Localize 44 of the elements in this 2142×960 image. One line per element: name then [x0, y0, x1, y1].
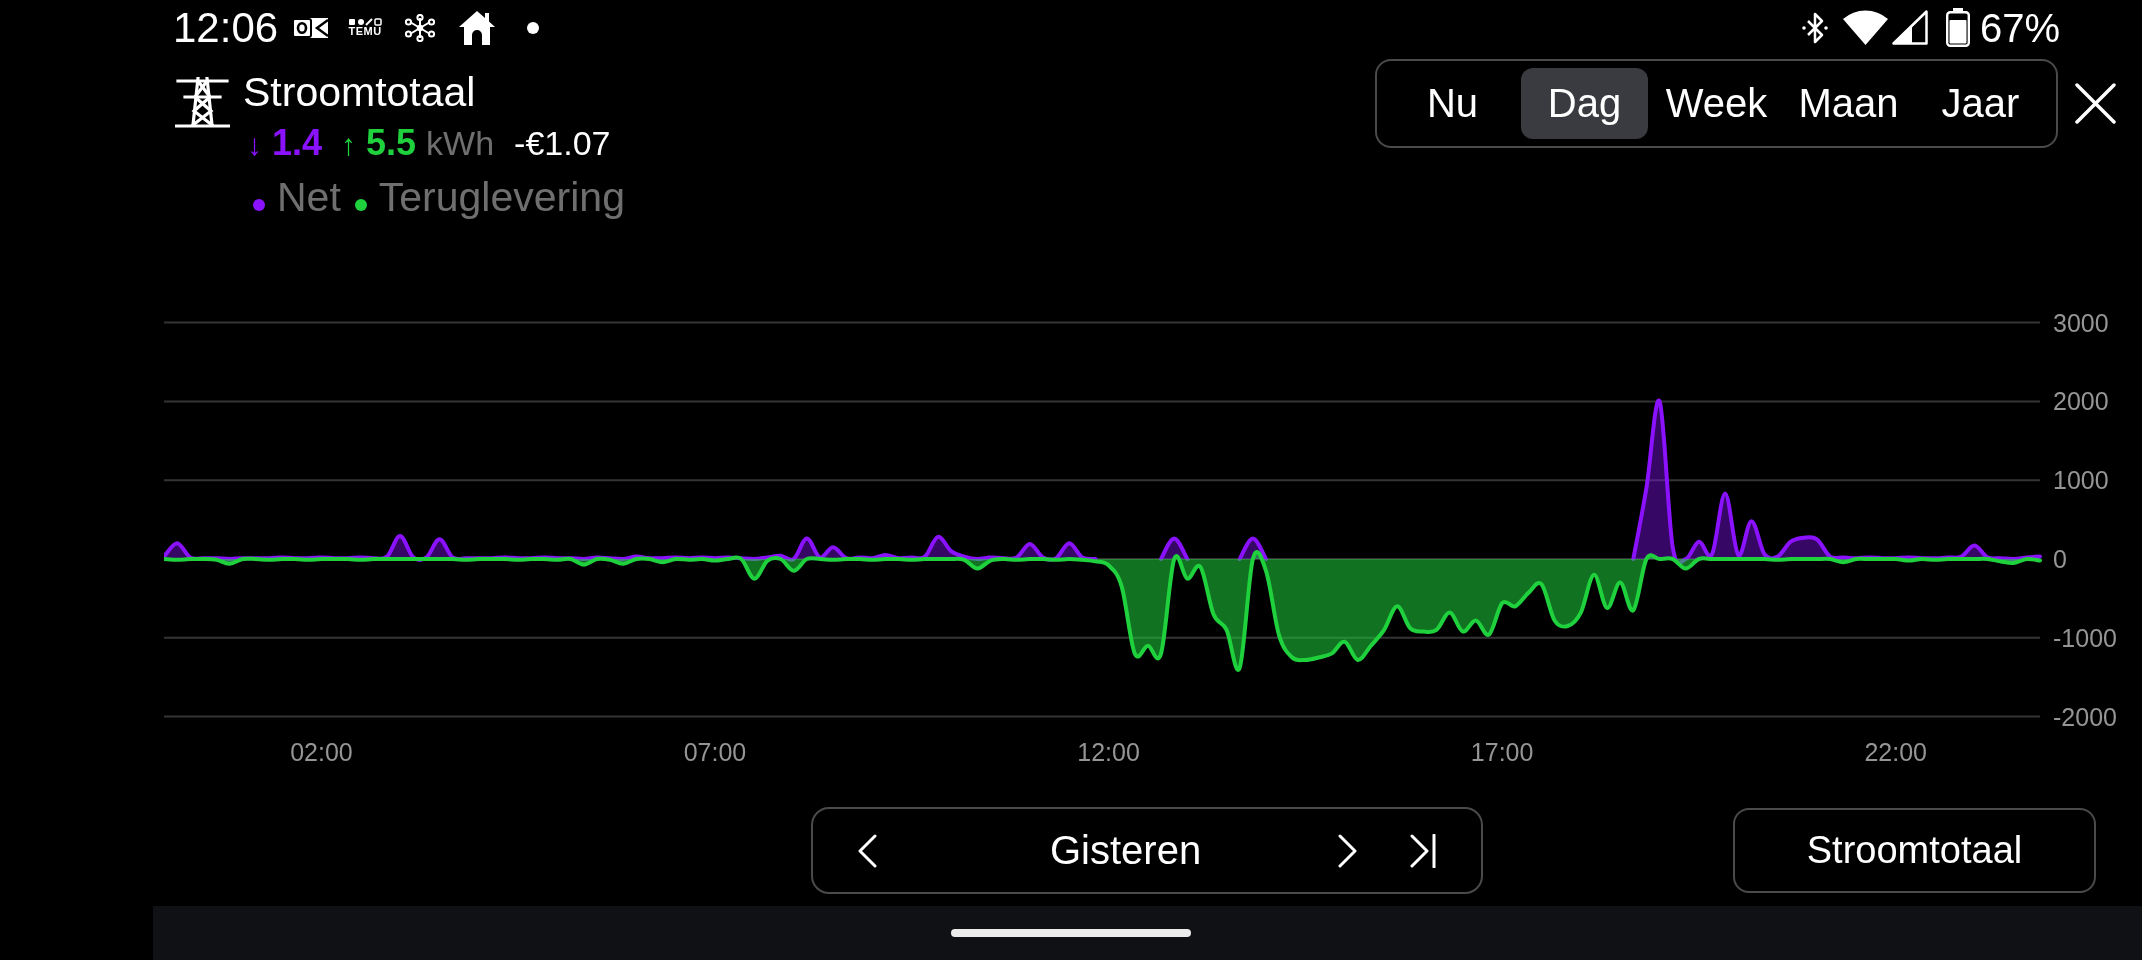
page-title: Stroomtotaal [243, 68, 476, 117]
y-axis-label: -2000 [2053, 702, 2117, 731]
cost-value: -€1.07 [514, 123, 611, 164]
period-tab[interactable]: Week [1653, 68, 1780, 139]
close-icon [2074, 83, 2116, 124]
y-axis-label: 0 [2053, 545, 2067, 573]
x-axis-label: 02:00 [290, 738, 353, 766]
power-tower-icon [175, 77, 230, 128]
date-label: Gisteren [1050, 828, 1202, 873]
y-axis-label: 1000 [2053, 466, 2109, 495]
import-value: 1.4 [272, 121, 323, 165]
bluetooth-icon [1800, 11, 1829, 44]
gesture-handle[interactable] [951, 929, 1191, 937]
up-arrow: ↑ [341, 127, 357, 163]
unit-label: kWh [426, 123, 495, 164]
x-axis-label: 17:00 [1470, 738, 1534, 766]
period-tab[interactable]: Maan [1785, 68, 1912, 139]
chevron-left-icon [857, 833, 877, 868]
mail-app-icon [292, 16, 329, 39]
legend-label: Teruglevering [378, 173, 625, 222]
y-axis-label: 2000 [2053, 387, 2109, 416]
signal-icon [1891, 10, 1928, 45]
status-time: 12:06 [173, 6, 279, 49]
battery-icon [1945, 8, 1970, 47]
network-icon [404, 13, 437, 42]
skip-to-end-icon [1410, 833, 1436, 868]
notification-dot-icon [527, 21, 540, 34]
period-tab[interactable]: Dag [1521, 68, 1648, 139]
y-axis-label: -1000 [2053, 623, 2117, 652]
x-axis-label: 12:00 [1077, 738, 1140, 766]
export-value: 5.5 [366, 121, 417, 165]
legend-label: Net [277, 173, 341, 222]
selector-button[interactable]: Stroomtotaal [1733, 808, 2096, 893]
x-axis-label: 07:00 [683, 738, 747, 766]
y-axis-label: 3000 [2053, 308, 2109, 337]
battery-percentage: 67% [1979, 7, 2060, 48]
wifi-icon [1842, 10, 1888, 45]
x-axis-label: 22:00 [1864, 738, 1927, 766]
period-tab[interactable]: Nu [1389, 68, 1516, 139]
app-logo: TEMU [347, 18, 384, 37]
chevron-right-icon [1338, 833, 1358, 868]
home-icon [458, 10, 497, 45]
down-arrow: ↓ [247, 127, 262, 163]
period-tab[interactable]: Jaar [1917, 68, 2044, 139]
